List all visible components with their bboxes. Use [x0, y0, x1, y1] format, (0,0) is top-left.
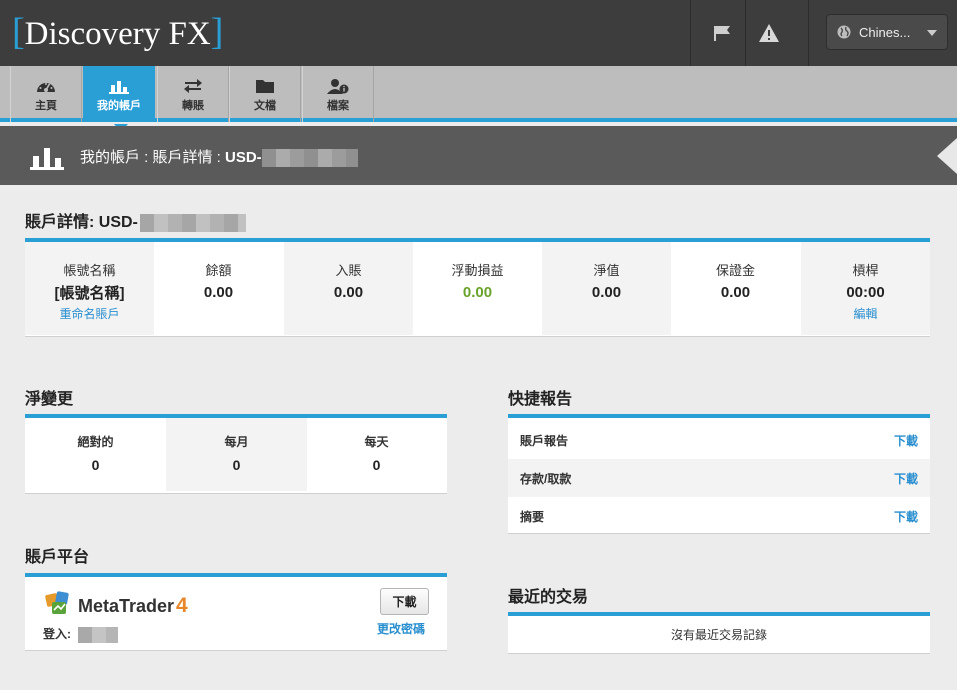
redacted-account-number [139, 213, 246, 232]
topbar-divider [690, 0, 691, 66]
platform-version: 4 [176, 594, 188, 617]
download-link[interactable]: 下載 [894, 508, 918, 525]
logo-bracket-open: [ [12, 11, 25, 53]
language-selector[interactable]: Chines... [826, 14, 948, 50]
net-daily-label: 每天 [364, 435, 389, 449]
breadcrumb-account: USD- [225, 149, 262, 166]
header-notch [937, 138, 957, 174]
change-password-link[interactable]: 更改密碼 [377, 620, 425, 637]
account-name-label: 帳號名稱 [63, 263, 116, 278]
platform-panel: MetaTrader4 登入: 下載 更改密碼 [25, 573, 447, 651]
platform-name: MetaTrader4 [78, 594, 188, 617]
quick-reports-panel: 賬戶報告 下載 存款/取款 下載 摘要 下載 [508, 414, 930, 534]
net-monthly-cell: 每月 0 [166, 418, 307, 491]
net-absolute-label: 絕對的 [77, 435, 114, 449]
tab-documents[interactable]: 文檔 [229, 66, 301, 122]
logo-bracket-close: ] [210, 11, 224, 53]
tab-label: 文檔 [254, 99, 276, 112]
login-label: 登入: [43, 627, 71, 641]
flag-icon [713, 26, 730, 41]
floating-pl-label: 浮動損益 [451, 263, 504, 278]
report-label: 摘要 [520, 509, 545, 524]
margin-cell: 保證金 0.00 [671, 242, 800, 335]
report-label: 賬戶報告 [520, 433, 569, 448]
net-change-title: 淨變更 [25, 391, 74, 408]
list-item: 存款/取款 下載 [508, 459, 930, 497]
margin-label: 保證金 [715, 263, 755, 278]
tab-home[interactable]: 主頁 [10, 66, 82, 122]
floating-pl-cell: 浮動損益 0.00 [413, 242, 542, 335]
main-nav: 主頁 我的帳戶 轉賬 文檔 檔案 [0, 66, 957, 132]
bar-chart-icon [109, 80, 129, 94]
no-trades-message: 沒有最近交易記錄 [670, 628, 767, 642]
net-daily-value: 0 [372, 457, 381, 473]
rename-account-link[interactable]: 重命名賬戶 [59, 305, 119, 322]
breadcrumb: 我的帳戶 : 賬戶詳情 : USD- [80, 146, 358, 168]
tab-label: 我的帳戶 [97, 99, 141, 112]
balance-cell: 餘額 0.00 [154, 242, 283, 335]
login-row: 登入: [43, 625, 119, 643]
download-link[interactable]: 下載 [894, 470, 918, 487]
tab-label: 主頁 [35, 99, 57, 112]
redacted-login [78, 626, 119, 643]
tab-my-account[interactable]: 我的帳戶 [83, 66, 155, 132]
equity-cell: 淨值 0.00 [542, 242, 671, 335]
account-name-cell: 帳號名稱 [帳號名稱] 重命名賬戶 [25, 242, 154, 335]
net-monthly-value: 0 [232, 457, 241, 473]
top-bar: [Discovery FX] Chines... [0, 0, 957, 66]
balance-label: 餘額 [205, 263, 232, 278]
download-platform-button[interactable]: 下載 [380, 588, 429, 615]
metatrader-logo-icon [45, 591, 69, 614]
globe-icon [837, 25, 851, 39]
credit-label: 入賬 [335, 263, 362, 278]
topbar-divider [808, 0, 809, 66]
list-item: 摘要 下載 [508, 497, 930, 535]
leverage-cell: 槓桿 00:00 編輯 [801, 242, 930, 335]
edit-leverage-link[interactable]: 編輯 [853, 305, 877, 322]
account-details-panel: 帳號名稱 [帳號名稱] 重命名賬戶 餘額 0.00 入賬 0.00 浮動損益 0… [25, 238, 930, 337]
tab-label: 轉賬 [182, 99, 204, 112]
net-monthly-label: 每月 [224, 435, 249, 449]
margin-value: 0.00 [720, 284, 751, 301]
tab-label: 檔案 [327, 99, 349, 112]
account-details-title: 賬戶詳情: USD- [25, 208, 246, 232]
recent-trades-title: 最近的交易 [508, 589, 589, 606]
credit-value: 0.00 [333, 284, 364, 301]
account-name-value: [帳號名稱] [54, 285, 125, 302]
equity-value: 0.00 [591, 284, 622, 301]
quick-reports-title: 快捷報告 [508, 391, 573, 408]
folder-icon [256, 79, 274, 93]
language-label: Chines... [859, 24, 911, 40]
net-daily-cell: 每天 0 [306, 418, 447, 491]
leverage-label: 槓桿 [852, 263, 879, 278]
balance-value: 0.00 [203, 284, 234, 301]
platform-title: 賬戶平台 [25, 549, 90, 566]
flag-button[interactable] [698, 0, 745, 66]
report-label: 存款/取款 [520, 471, 572, 486]
floating-pl-value: 0.00 [462, 284, 493, 301]
redacted-account-number [261, 149, 358, 168]
warning-icon [759, 24, 779, 42]
net-absolute-value: 0 [91, 457, 100, 473]
leverage-value: 00:00 [846, 284, 885, 301]
dashboard-icon [37, 82, 55, 92]
list-item: 賬戶報告 下載 [508, 421, 930, 459]
alert-button[interactable] [745, 0, 792, 66]
recent-trades-panel: 沒有最近交易記錄 [508, 612, 930, 654]
brand-logo[interactable]: [Discovery FX] [12, 12, 223, 52]
breadcrumb-path: 我的帳戶 : 賬戶詳情 : [80, 149, 221, 166]
credit-cell: 入賬 0.00 [284, 242, 413, 335]
tab-transfer[interactable]: 轉賬 [157, 66, 229, 122]
page-header: 我的帳戶 : 賬戶詳情 : USD- [0, 126, 957, 185]
tab-profile[interactable]: 檔案 [302, 66, 374, 122]
net-change-panel: 絕對的 0 每月 0 每天 0 [25, 414, 447, 494]
download-link[interactable]: 下載 [894, 432, 918, 449]
chevron-down-icon [927, 30, 937, 36]
logo-text: Discovery FX [24, 16, 211, 52]
net-absolute-cell: 絕對的 0 [25, 418, 166, 491]
transfer-arrows-icon [184, 78, 202, 93]
equity-label: 淨值 [593, 263, 620, 278]
user-info-icon [327, 78, 349, 94]
bar-chart-icon [30, 148, 64, 170]
